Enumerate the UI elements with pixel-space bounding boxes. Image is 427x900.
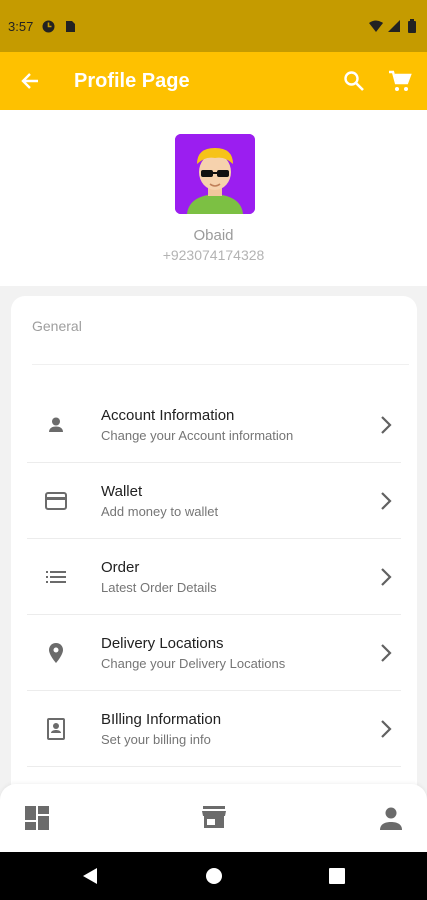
menu-item-title: BIlling Information: [101, 711, 222, 728]
general-card: General Account Information Change your …: [11, 296, 417, 816]
menu-item-subtitle: Add money to wallet: [101, 504, 219, 519]
menu-item-title: Wallet: [101, 483, 143, 500]
location-pin-icon: [27, 642, 85, 664]
dashboard-icon[interactable]: [23, 804, 51, 832]
profile-phone: +923074174328: [162, 247, 265, 263]
chevron-right-icon: [371, 566, 401, 588]
chevron-right-icon: [371, 414, 401, 436]
menu-item-subtitle: Set your billing info: [101, 732, 211, 747]
menu-item-title: Delivery Locations: [101, 635, 224, 652]
profile-name: Obaid: [193, 227, 234, 244]
menu-item-title: Order: [101, 559, 140, 576]
chevron-right-icon: [371, 642, 401, 664]
menu-item-title: Account Information: [101, 407, 235, 424]
profile-icon[interactable]: [377, 804, 405, 832]
status-time: 3:57: [8, 18, 34, 34]
menu-item-account-information[interactable]: Account Information Change your Account …: [27, 388, 401, 463]
chevron-right-icon: [371, 718, 401, 740]
search-icon[interactable]: [341, 68, 367, 94]
home-circle-icon[interactable]: [204, 866, 224, 886]
recents-square-icon[interactable]: [327, 866, 347, 886]
page-title: Profile Page: [74, 69, 190, 92]
person-icon: [27, 415, 85, 435]
menu-item-order[interactable]: Order Latest Order Details: [27, 540, 401, 615]
store-icon[interactable]: [200, 804, 228, 832]
section-label: General: [32, 318, 82, 334]
divider: [32, 364, 409, 365]
wifi-icon: [369, 19, 383, 33]
billing-icon: [27, 718, 85, 740]
avatar[interactable]: [175, 134, 255, 214]
credit-card-icon: [27, 492, 85, 510]
app-bar: Profile Page: [0, 52, 427, 110]
menu-item-billing-information[interactable]: BIlling Information Set your billing inf…: [27, 692, 401, 767]
menu-item-subtitle: Change your Account information: [101, 428, 294, 443]
chevron-right-icon: [371, 490, 401, 512]
signal-icon: [387, 19, 401, 33]
sim-card-icon: [63, 19, 77, 33]
status-bar: 3:57: [0, 0, 427, 52]
menu-item-delivery-locations[interactable]: Delivery Locations Change your Delivery …: [27, 616, 401, 691]
list-icon: [27, 570, 85, 584]
app-notification-icon: [41, 19, 55, 33]
back-arrow-icon[interactable]: [0, 52, 60, 110]
battery-icon: [405, 19, 419, 33]
system-navigation-bar: [0, 852, 427, 900]
menu-item-wallet[interactable]: Wallet Add money to wallet: [27, 464, 401, 539]
menu-item-subtitle: Latest Order Details: [101, 580, 217, 595]
back-triangle-icon[interactable]: [80, 866, 100, 886]
bottom-navigation: [0, 784, 427, 852]
profile-header: Obaid +923074174328: [0, 110, 427, 286]
cart-icon[interactable]: [387, 68, 413, 94]
menu-item-subtitle: Change your Delivery Locations: [101, 656, 286, 671]
